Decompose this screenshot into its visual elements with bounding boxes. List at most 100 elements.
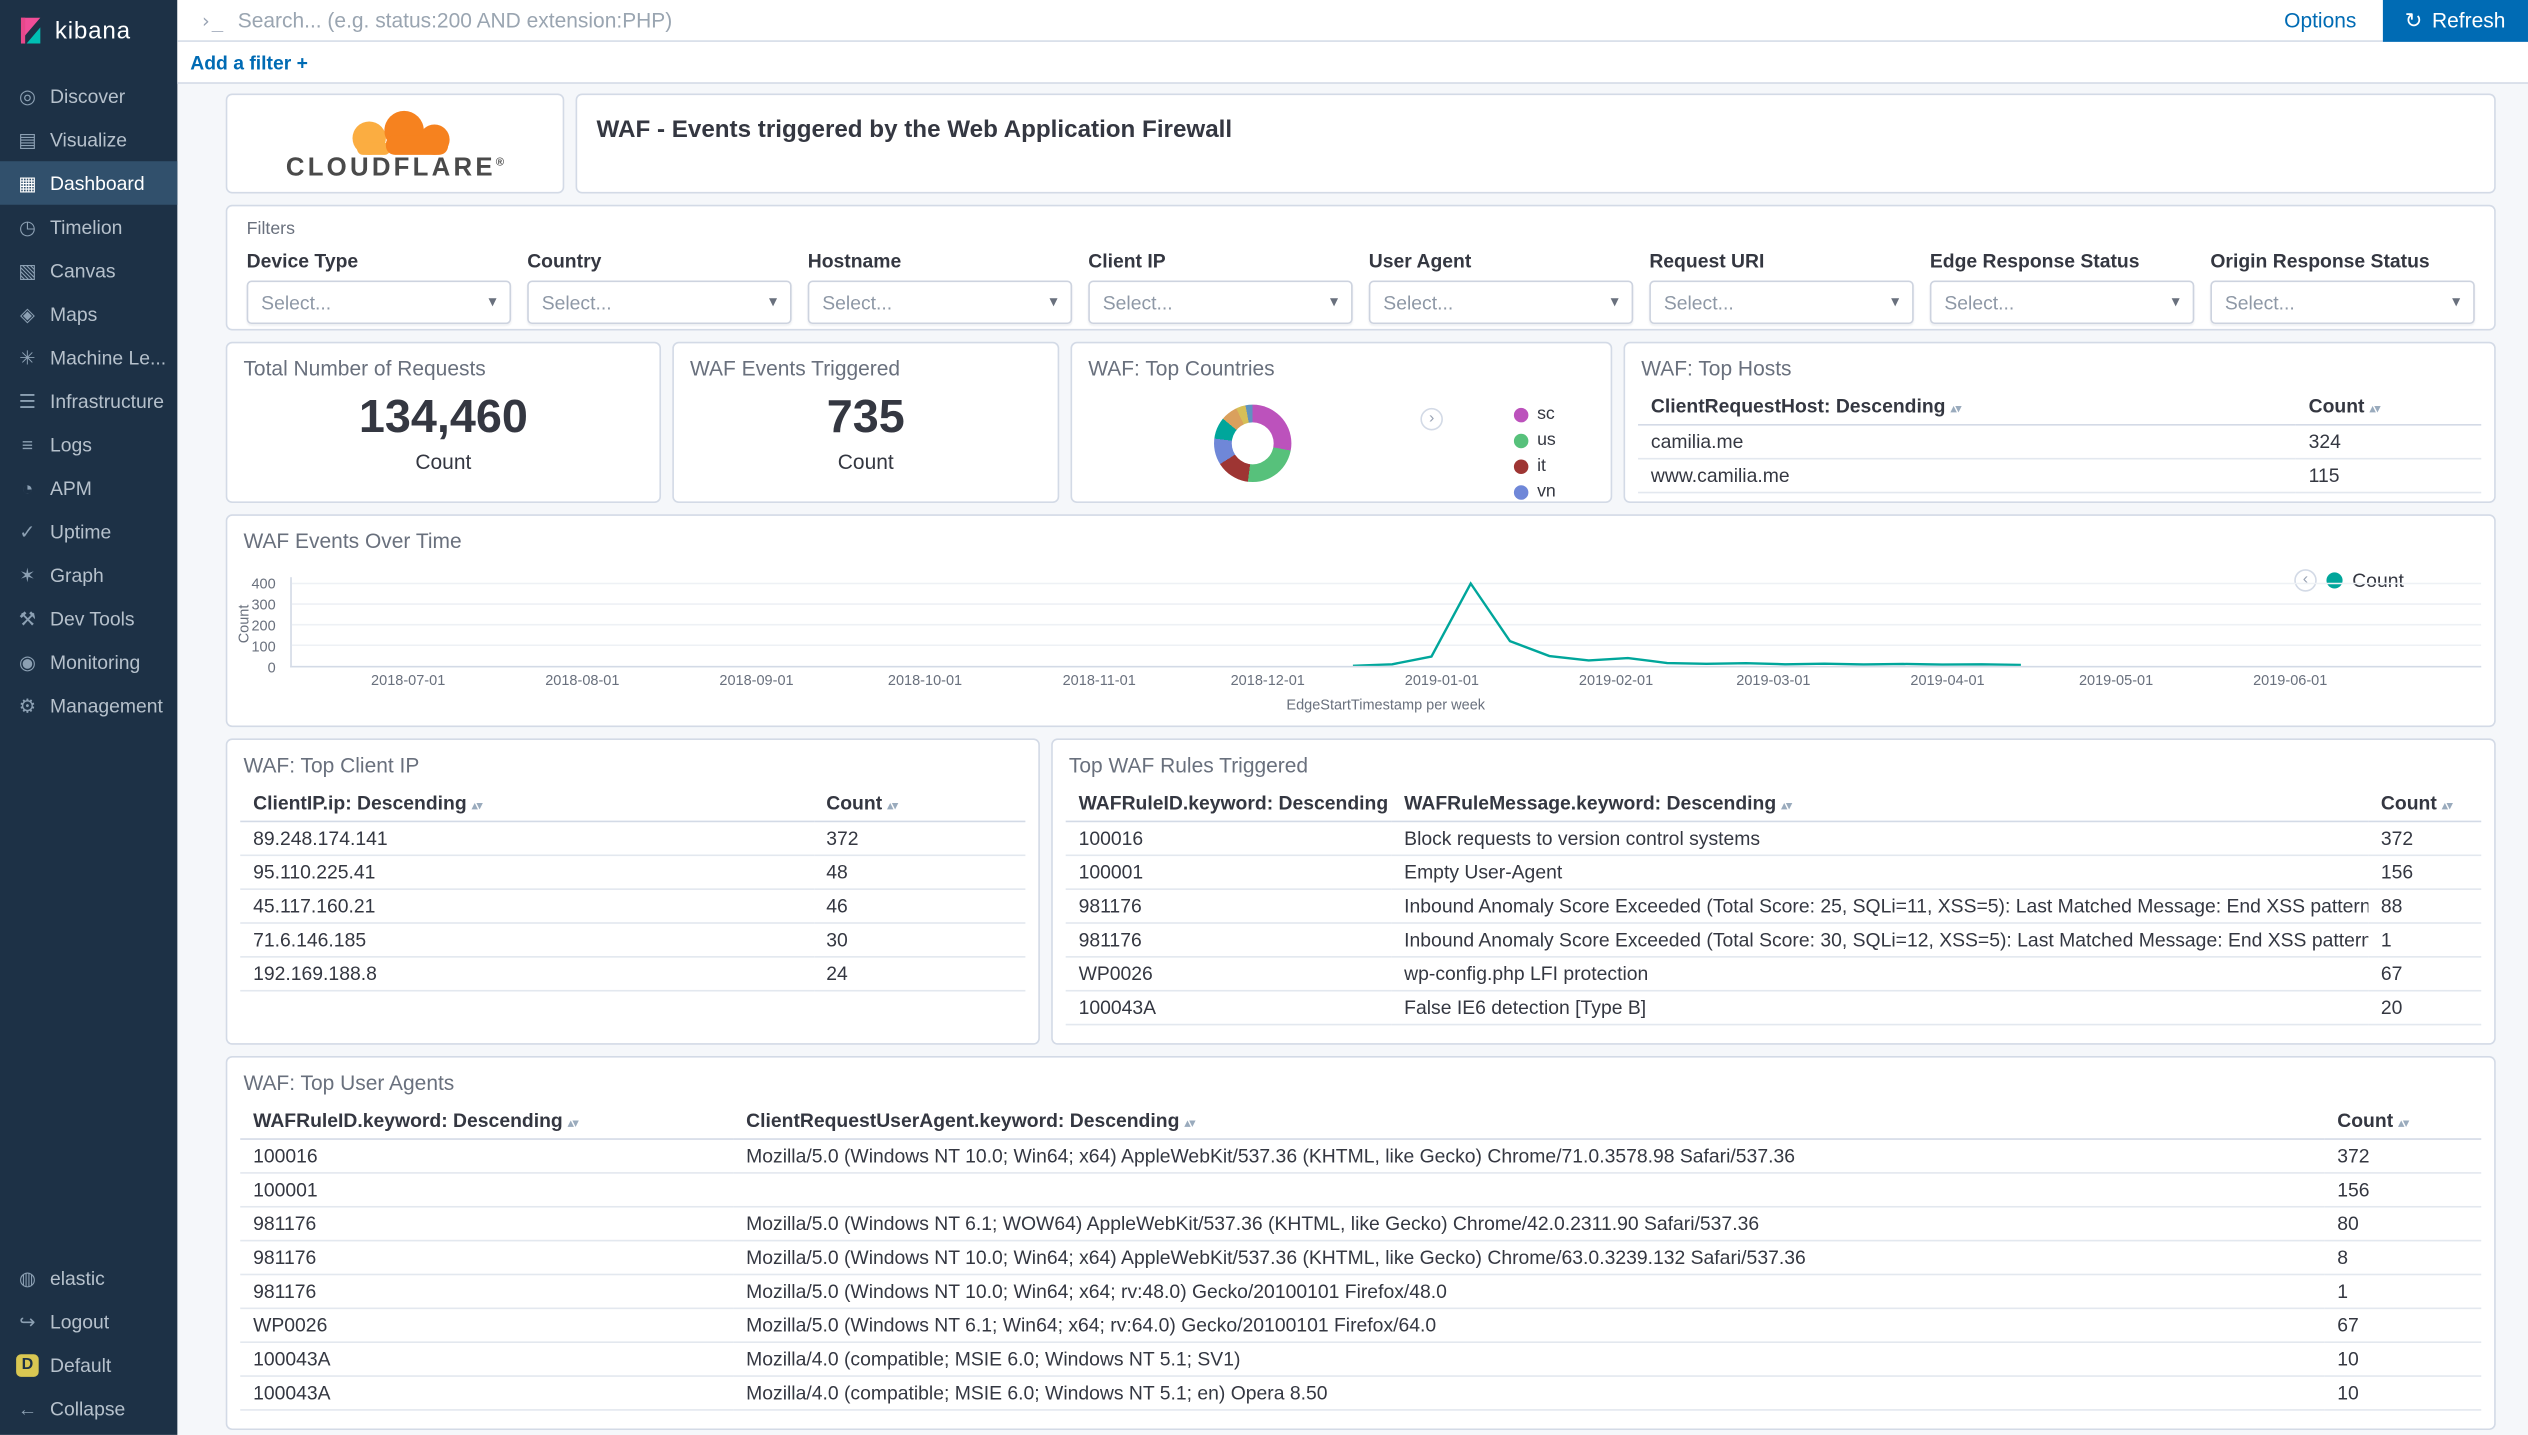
table-row: WP0026wp-config.php LFI protection67 bbox=[1066, 957, 2482, 991]
legend-item-us[interactable]: us bbox=[1514, 430, 1555, 449]
sidebar-item-dashboard[interactable]: ▦Dashboard bbox=[0, 161, 177, 205]
x-tick-label: 2019-05-01 bbox=[2079, 672, 2153, 688]
filter-select-user-agent[interactable]: Select...▾ bbox=[1369, 281, 1633, 325]
add-filter-button[interactable]: Add a filter + bbox=[190, 51, 308, 74]
table-cell: Mozilla/4.0 (compatible; MSIE 6.0; Windo… bbox=[733, 1342, 2324, 1376]
filter-select-request-uri[interactable]: Select...▾ bbox=[1649, 281, 1913, 325]
column-header[interactable]: WAFRuleID.keyword: Descending▴▾ bbox=[1066, 787, 1392, 822]
search-input[interactable] bbox=[238, 8, 2259, 32]
column-header-label: ClientRequestUserAgent.keyword: Descendi… bbox=[746, 1109, 1179, 1132]
metric-value: 134,460 bbox=[227, 392, 659, 445]
sidebar-item-monitoring[interactable]: ◉Monitoring bbox=[0, 640, 177, 684]
column-header[interactable]: ClientIP.ip: Descending▴▾ bbox=[240, 787, 813, 822]
sidebar-item-visualize[interactable]: ▤Visualize bbox=[0, 118, 177, 162]
legend-expand-icon[interactable]: › bbox=[1420, 408, 1443, 431]
events-line-svg bbox=[292, 577, 2481, 666]
table-cell: 10 bbox=[2324, 1376, 2481, 1410]
sidebar-item-dev-tools[interactable]: ⚒Dev Tools bbox=[0, 597, 177, 641]
sidebar-item-maps[interactable]: ◈Maps bbox=[0, 292, 177, 336]
legend-label: sc bbox=[1537, 405, 1555, 424]
sidebar-item-label: Graph bbox=[50, 563, 104, 586]
column-header[interactable]: WAFRuleID.keyword: Descending▴▾ bbox=[240, 1104, 733, 1139]
column-header[interactable]: Count▴▾ bbox=[813, 787, 1025, 822]
legend-item-sc[interactable]: sc bbox=[1514, 405, 1555, 424]
column-header[interactable]: Count▴▾ bbox=[2368, 787, 2481, 822]
legend-label: it bbox=[1537, 456, 1546, 475]
maps-icon: ◈ bbox=[16, 302, 39, 325]
table-cell: Mozilla/5.0 (Windows NT 6.1; Win64; x64;… bbox=[733, 1308, 2324, 1342]
column-header[interactable]: WAFRuleMessage.keyword: Descending▴▾ bbox=[1391, 787, 2368, 822]
table-cell: 100016 bbox=[1066, 821, 1392, 855]
management-icon: ⚙ bbox=[16, 694, 39, 717]
sidebar-item-label: Discover bbox=[50, 85, 125, 108]
sidebar-item-infrastructure[interactable]: ☰ Infrastructure bbox=[0, 379, 177, 423]
sidebar-item-collapse[interactable]: ←Collapse bbox=[0, 1387, 177, 1431]
table-cell: 981176 bbox=[240, 1274, 733, 1308]
sidebar-item-label: Visualize bbox=[50, 128, 127, 151]
column-header[interactable]: Count▴▾ bbox=[2324, 1104, 2481, 1139]
filter-label: Device Type bbox=[247, 250, 511, 273]
sort-icon: ▴▾ bbox=[568, 1116, 578, 1131]
filter-select-device-type[interactable]: Select...▾ bbox=[247, 281, 511, 325]
sidebar-item-management[interactable]: ⚙Management bbox=[0, 684, 177, 728]
column-header[interactable]: ClientRequestUserAgent.keyword: Descendi… bbox=[733, 1104, 2324, 1139]
filter-select-country[interactable]: Select...▾ bbox=[527, 281, 791, 325]
sidebar-item-graph[interactable]: ✶ Graph bbox=[0, 553, 177, 597]
sidebar-bottom-nav: ◍elastic↪LogoutDDefault←Collapse bbox=[0, 1256, 177, 1435]
legend-item-vn[interactable]: vn bbox=[1514, 482, 1555, 501]
sidebar-item-discover[interactable]: ◎Discover bbox=[0, 74, 177, 118]
filter-select-hostname[interactable]: Select...▾ bbox=[808, 281, 1072, 325]
kibana-logo[interactable]: kibana bbox=[0, 0, 177, 61]
table-cell: 30 bbox=[813, 923, 1025, 957]
table-row: WP0026Mozilla/5.0 (Windows NT 6.1; Win64… bbox=[240, 1308, 2481, 1342]
uptime-icon: ✓ bbox=[16, 520, 39, 543]
column-header-label: Count bbox=[826, 792, 882, 815]
table-cell: www.camilia.me bbox=[1638, 459, 2296, 493]
y-tick-label: 0 bbox=[268, 659, 276, 675]
sidebar-item-uptime[interactable]: ✓Uptime bbox=[0, 509, 177, 553]
sidebar-item-machine-learning[interactable]: ✳Machine Le... bbox=[0, 335, 177, 379]
x-tick-label: 2018-09-01 bbox=[719, 672, 793, 688]
sidebar-item-label: Infrastructure bbox=[50, 389, 164, 412]
line-chart-plot[interactable] bbox=[290, 577, 2481, 667]
column-header-label: Count bbox=[2309, 395, 2365, 418]
sidebar-item-label: Dashboard bbox=[50, 172, 145, 195]
sidebar-item-timelion[interactable]: ◷Timelion bbox=[0, 205, 177, 249]
panel-top-countries: WAF: Top Countries › sc us it vn bbox=[1071, 342, 1613, 503]
panel-title: WAF: Top Countries bbox=[1072, 343, 1610, 380]
filter-label: Edge Response Status bbox=[1930, 250, 2194, 273]
sidebar-item-default-space[interactable]: DDefault bbox=[0, 1343, 177, 1387]
table-cell: 24 bbox=[813, 957, 1025, 991]
table-cell: 100043A bbox=[240, 1342, 733, 1376]
table-row: 981176Mozilla/5.0 (Windows NT 6.1; WOW64… bbox=[240, 1207, 2481, 1241]
top-countries-donut[interactable] bbox=[1214, 405, 1291, 482]
panel-title: Total Number of Requests bbox=[227, 343, 659, 380]
legend-label: vn bbox=[1537, 482, 1556, 501]
graph-icon: ✶ bbox=[16, 563, 39, 586]
column-header[interactable]: ClientRequestHost: Descending▴▾ bbox=[1638, 390, 2296, 425]
chevron-down-icon: ▾ bbox=[2172, 293, 2180, 311]
filter-select-origin-response-status[interactable]: Select...▾ bbox=[2210, 281, 2474, 325]
filter-select-client-ip[interactable]: Select...▾ bbox=[1088, 281, 1352, 325]
sidebar-item-canvas[interactable]: ▧Canvas bbox=[0, 248, 177, 292]
infrastructure-icon: ☰ bbox=[16, 389, 39, 412]
sidebar-item-elastic[interactable]: ◍elastic bbox=[0, 1256, 177, 1300]
table-cell: 981176 bbox=[240, 1207, 733, 1241]
top-countries-legend: sc us it vn bbox=[1514, 405, 1555, 502]
select-placeholder: Select... bbox=[2225, 291, 2295, 314]
options-link[interactable]: Options bbox=[2284, 8, 2356, 32]
sidebar-item-apm[interactable]: ◔APM bbox=[0, 466, 177, 510]
column-header[interactable]: Count▴▾ bbox=[2296, 390, 2482, 425]
sidebar-item-logout[interactable]: ↪Logout bbox=[0, 1299, 177, 1343]
metric-value: 735 bbox=[674, 392, 1058, 445]
sidebar-item-logs[interactable]: ≡Logs bbox=[0, 422, 177, 466]
panel-top-user-agents: WAF: Top User Agents WAFRuleID.keyword: … bbox=[226, 1056, 2496, 1430]
filter-field-edge-response-status: Edge Response Status Select...▾ bbox=[1930, 250, 2194, 324]
filter-select-edge-response-status[interactable]: Select...▾ bbox=[1930, 281, 2194, 325]
refresh-button[interactable]: ↻ Refresh bbox=[2382, 0, 2528, 41]
table-cell: wp-config.php LFI protection bbox=[1391, 957, 2368, 991]
main-area: ›_ Options ↻ Refresh Add a filter + bbox=[177, 0, 2528, 1435]
table-cell: 67 bbox=[2368, 957, 2481, 991]
legend-item-it[interactable]: it bbox=[1514, 456, 1555, 475]
collapse-icon: ← bbox=[16, 1397, 39, 1420]
